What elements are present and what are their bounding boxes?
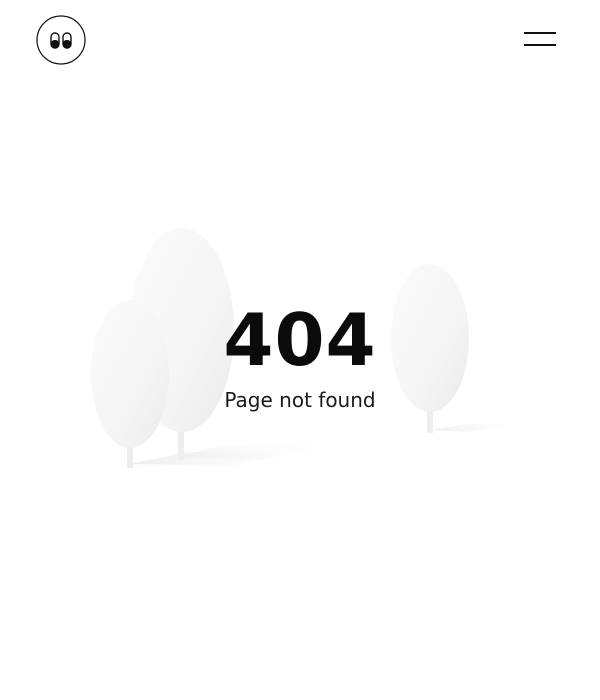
error-message: Page not found <box>224 388 376 412</box>
error-code: 404 <box>223 298 377 382</box>
tree-shadow <box>172 446 330 460</box>
tree-shadow <box>428 424 512 432</box>
not-found-page: 404 Page not found <box>0 0 600 700</box>
